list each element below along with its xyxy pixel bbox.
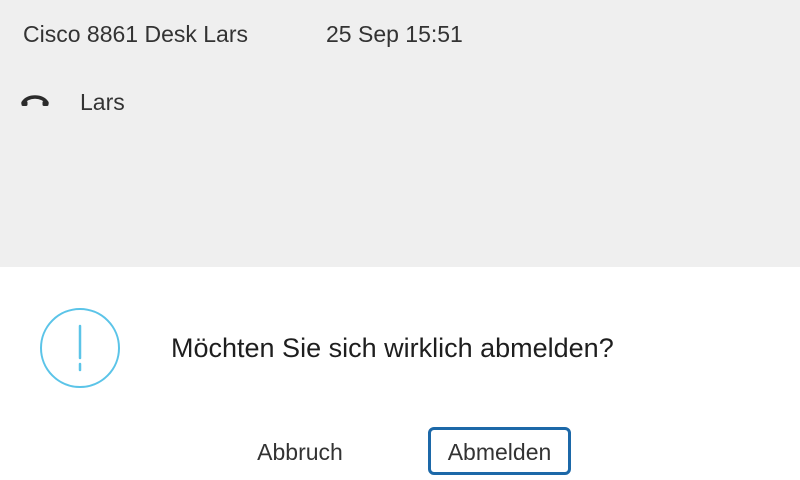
date-time: 25 Sep 15:51: [326, 21, 463, 47]
cancel-button[interactable]: Abbruch: [236, 427, 364, 475]
line-button-lars[interactable]: Lars: [0, 82, 800, 122]
phone-screen-background: Cisco 8861 Desk Lars 25 Sep 15:51 Lars: [0, 0, 800, 267]
status-bar: Cisco 8861 Desk Lars 25 Sep 15:51: [0, 0, 800, 66]
device-name: Cisco 8861 Desk Lars: [23, 21, 248, 47]
logout-confirmation-dialog: Möchten Sie sich wirklich abmelden? Abbr…: [0, 267, 800, 480]
dialog-message: Möchten Sie sich wirklich abmelden?: [171, 333, 614, 363]
alert-exclamation-icon: [40, 308, 120, 388]
logout-button[interactable]: Abmelden: [428, 427, 571, 475]
phone-handset-icon: [21, 95, 49, 106]
line-label: Lars: [80, 89, 125, 115]
